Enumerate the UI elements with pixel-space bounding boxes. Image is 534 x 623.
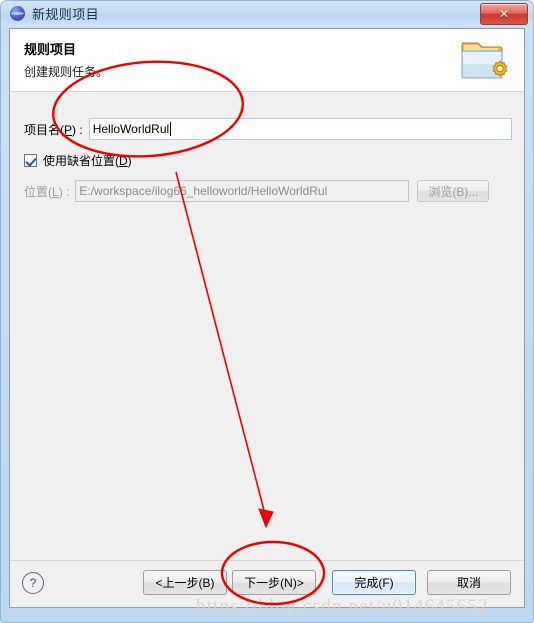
location-input: E:/workspace/ilog66_helloworld/HelloWorl… [75, 180, 410, 202]
close-icon: ✕ [498, 7, 510, 21]
window-title: 新规则项目 [32, 7, 100, 22]
page-title: 规则项目 [24, 42, 77, 57]
use-default-location-label: 使用缺省位置(D) [43, 154, 132, 168]
cancel-button[interactable]: 取消 [427, 570, 511, 595]
sphere-icon [10, 6, 25, 21]
location-value: E:/workspace/ilog66_helloworld/HelloWorl… [79, 184, 328, 198]
project-name-label: 项目名(P) : [24, 122, 83, 137]
dialog-client: 规则项目 创建规则任务。 项目名(P) : HelloWorldRul 使用缺省… [9, 28, 525, 608]
location-label: 位置(L) : [24, 184, 70, 199]
folder-gear-icon [461, 42, 508, 79]
location-row: 位置(L) : E:/workspace/ilog66_helloworld/H… [24, 180, 512, 202]
close-button[interactable]: ✕ [480, 3, 528, 25]
help-icon[interactable]: ? [22, 572, 44, 594]
back-button[interactable]: <上一步(B) [143, 570, 227, 595]
use-default-location-row[interactable]: 使用缺省位置(D) [24, 152, 132, 169]
next-button[interactable]: 下一步(N)> [232, 570, 316, 595]
text-caret [170, 122, 172, 136]
screenshot-root: 新规则项目 ✕ 规则项目 创建规则任务。 项目名(P): HelloWorld… [0, 0, 534, 623]
project-name-input[interactable]: HelloWorldRul [88, 118, 512, 140]
project-name-row: 项目名(P) : HelloWorldRul [24, 118, 512, 140]
use-default-location-checkbox[interactable] [24, 154, 37, 167]
page-subtitle: 创建规则任务。 [24, 65, 109, 79]
project-name-value: HelloWorldRul [92, 122, 170, 136]
browse-button[interactable]: 浏览(B)... [417, 180, 490, 202]
finish-button[interactable]: 完成(F) [332, 570, 416, 595]
header-banner: 规则项目 创建规则任务。 [10, 29, 524, 92]
dialog-button-bar: ? <上一步(B) 下一步(N)> 完成(F) 取消 [10, 560, 524, 607]
title-bar: 新规则项目 ✕ [1, 1, 533, 26]
